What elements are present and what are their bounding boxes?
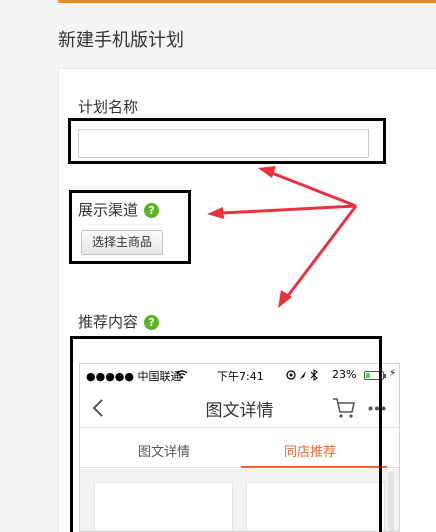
annotation-arrows — [207, 166, 358, 308]
